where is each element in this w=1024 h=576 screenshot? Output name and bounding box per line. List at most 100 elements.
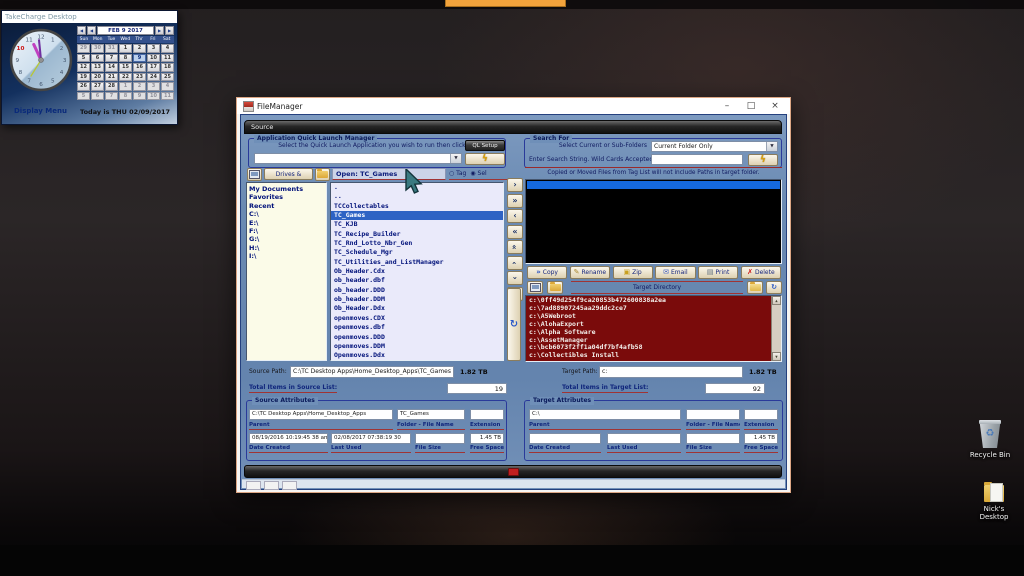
source-used-field[interactable]: 02/08/2017 07:38:19 30 — [331, 433, 411, 444]
tag-radio[interactable]: ○ Tag — [449, 169, 466, 179]
transfer-button[interactable] — [507, 240, 523, 254]
transfer-button[interactable] — [507, 178, 523, 192]
tag-list-box[interactable] — [525, 179, 782, 264]
calendar-day[interactable]: 26 — [77, 82, 90, 91]
calendar-day[interactable]: 24 — [147, 73, 160, 82]
calendar-day[interactable]: 29 — [77, 44, 90, 53]
drive-item[interactable]: H:\ — [247, 244, 326, 252]
taskbar-hidden-tab[interactable] — [445, 0, 566, 7]
drives-folders-button[interactable]: Drives & Folders — [264, 168, 313, 180]
sel-radio[interactable]: ◉ Sel — [470, 169, 486, 179]
file-item[interactable]: Ob_Header.Cdx — [331, 267, 503, 276]
source-path-input[interactable]: C:\TC Desktop Apps\Home_Desktop_Apps\TC_… — [290, 366, 454, 378]
maximize-button[interactable]: □ — [739, 98, 763, 114]
prev-month-button[interactable]: ◀ — [87, 26, 96, 35]
calendar-day[interactable]: 7 — [105, 92, 118, 101]
file-item[interactable]: TC_KJB — [331, 220, 503, 229]
file-item[interactable]: TC_Games — [331, 211, 503, 220]
calendar-day[interactable]: 5 — [77, 54, 90, 63]
file-item[interactable]: ob_header.DDM — [331, 295, 503, 304]
chevron-down-icon[interactable]: ▼ — [766, 142, 777, 151]
calendar-day[interactable]: 25 — [161, 73, 174, 82]
source-ext-field[interactable] — [470, 409, 504, 420]
widget-titlebar[interactable]: TakeCharge Desktop — [2, 11, 177, 23]
drives-computer-button[interactable] — [247, 168, 262, 181]
target-open-folder-button[interactable] — [747, 281, 763, 294]
calendar-day[interactable]: 10 — [147, 54, 160, 63]
calendar-day[interactable]: 11 — [161, 92, 174, 101]
calendar-day[interactable]: 7 — [105, 54, 118, 63]
file-item[interactable]: openmoves.CDX — [331, 314, 503, 323]
target-ext-field[interactable] — [744, 409, 778, 420]
target-folder-button[interactable] — [547, 281, 563, 294]
calendar-day[interactable]: 9 — [133, 54, 146, 63]
action-button[interactable]: Email — [655, 266, 695, 279]
calendar-day[interactable]: 3 — [147, 44, 160, 53]
close-button[interactable]: × — [763, 98, 787, 114]
calendar-day[interactable]: 16 — [133, 63, 146, 72]
calendar-day[interactable]: 19 — [77, 73, 90, 82]
transfer-button[interactable] — [507, 225, 523, 239]
calendar-day[interactable]: 8 — [119, 92, 132, 101]
tag-list-selected-row[interactable] — [527, 181, 780, 189]
quick-launch-go-button[interactable]: ϟ — [465, 153, 505, 165]
drive-item[interactable]: My Documents — [247, 185, 326, 193]
source-size-field[interactable] — [415, 433, 465, 444]
calendar-day[interactable]: 1 — [119, 44, 132, 53]
source-name-field[interactable]: TC_Games — [397, 409, 465, 420]
scroll-up-icon[interactable]: ▲ — [772, 296, 781, 305]
target-computer-button[interactable] — [527, 281, 543, 294]
drive-item[interactable]: Recent — [247, 202, 326, 210]
prev-year-button[interactable]: ◀ — [77, 26, 86, 35]
refresh-lists-button[interactable]: ↻ — [507, 288, 521, 361]
window-titlebar[interactable]: FileManager – □ × — [237, 98, 790, 114]
calendar-day[interactable]: 13 — [91, 63, 104, 72]
calendar-day[interactable]: 5 — [77, 92, 90, 101]
target-size-field[interactable] — [686, 433, 740, 444]
search-go-button[interactable]: ϟ — [748, 154, 778, 166]
file-item[interactable]: openmoves.DDM — [331, 342, 503, 351]
file-item[interactable]: TC_Utilities_and_ListManager — [331, 258, 503, 267]
calendar-day[interactable]: 6 — [91, 54, 104, 63]
calendar-day[interactable]: 17 — [147, 63, 160, 72]
search-scope-dropdown[interactable]: Current Folder Only ▼ — [651, 141, 778, 152]
file-item[interactable]: ob_header.DDD — [331, 286, 503, 295]
action-button[interactable]: Rename — [570, 266, 610, 279]
calendar-day[interactable]: 27 — [91, 82, 104, 91]
source-folder-button[interactable] — [315, 168, 330, 181]
drive-item[interactable]: I:\ — [247, 252, 326, 260]
ql-setup-button[interactable]: QL Setup — [465, 140, 505, 151]
calendar-day[interactable]: 11 — [161, 54, 174, 63]
nicks-desktop-icon[interactable]: Nick's Desktop — [962, 485, 1024, 522]
scroll-down-icon[interactable]: ▼ — [772, 352, 781, 361]
analog-clock[interactable]: 123456789101112 — [8, 27, 74, 93]
target-used-field[interactable] — [607, 433, 681, 444]
action-button[interactable]: Delete — [741, 266, 781, 279]
drive-item[interactable]: Favorites — [247, 193, 326, 201]
file-item[interactable]: TC_Recipe_Builder — [331, 230, 503, 239]
calendar-day[interactable]: 15 — [119, 63, 132, 72]
target-list-scrollbar[interactable]: ▲ ▼ — [771, 296, 781, 361]
calendar-day[interactable]: 4 — [161, 82, 174, 91]
transfer-button[interactable] — [507, 209, 523, 223]
calendar-day[interactable]: 22 — [119, 73, 132, 82]
transfer-button[interactable] — [507, 256, 523, 270]
calendar-day[interactable]: 2 — [133, 82, 146, 91]
transfer-button[interactable] — [507, 194, 523, 208]
calendar-day[interactable]: 18 — [161, 63, 174, 72]
search-input[interactable] — [651, 154, 743, 165]
drive-item[interactable]: F:\ — [247, 227, 326, 235]
calendar-day[interactable]: 1 — [119, 82, 132, 91]
calendar-day[interactable]: 28 — [105, 82, 118, 91]
file-item[interactable]: TC_Schedule_Mgr — [331, 248, 503, 257]
action-button[interactable]: Zip — [613, 266, 653, 279]
target-name-field[interactable] — [686, 409, 740, 420]
calendar-day[interactable]: 10 — [147, 92, 160, 101]
calendar-day[interactable]: 3 — [147, 82, 160, 91]
drive-item[interactable]: E:\ — [247, 219, 326, 227]
source-created-field[interactable]: 08/19/2016 10:19:45 38 am — [249, 433, 328, 444]
action-button[interactable]: Print — [698, 266, 738, 279]
target-parent-field[interactable]: C:\ — [529, 409, 681, 420]
next-year-button[interactable]: ▶ — [165, 26, 174, 35]
calendar-day[interactable]: 23 — [133, 73, 146, 82]
